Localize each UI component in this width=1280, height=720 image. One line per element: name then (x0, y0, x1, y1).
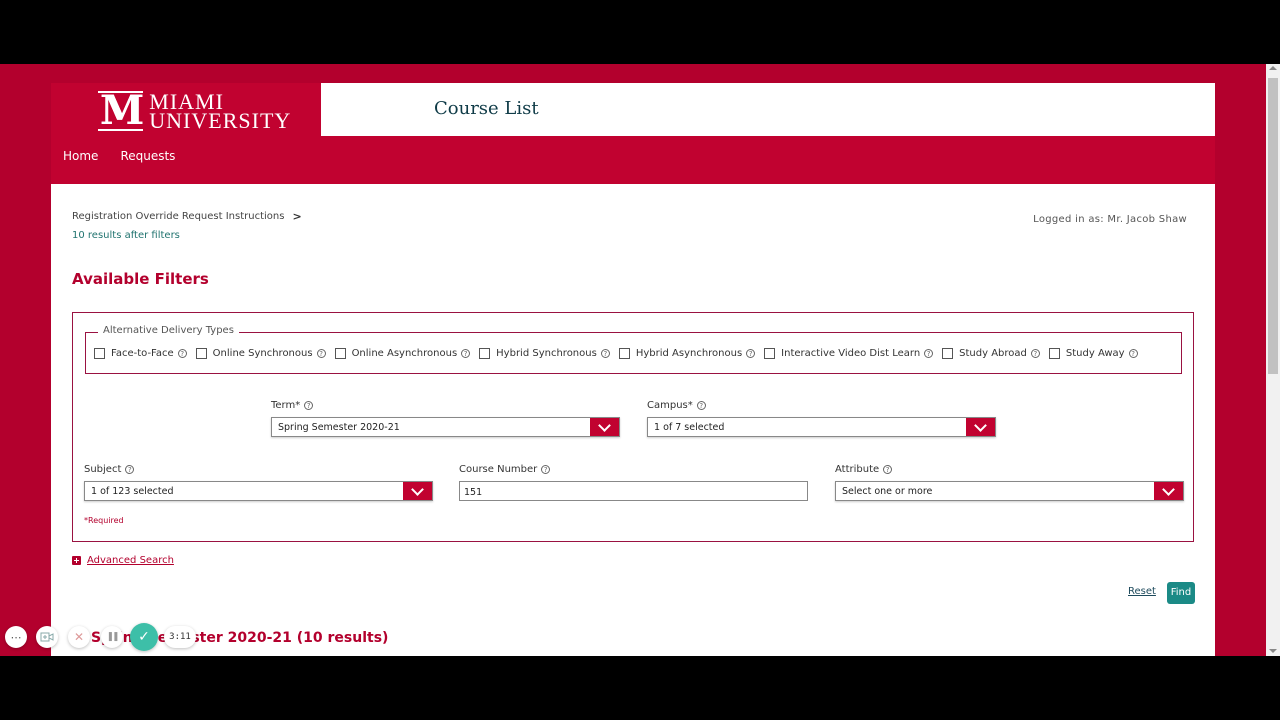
more-options-icon[interactable]: ⋯ (5, 626, 27, 648)
logged-in-user: Logged in as: Mr. Jacob Shaw (1033, 214, 1187, 225)
help-icon[interactable]: ? (316, 349, 326, 358)
miami-university-logo[interactable]: M MIAMI UNIVERSITY (98, 87, 292, 134)
delivery-type-label: Study Away (1065, 348, 1125, 359)
checkbox[interactable] (94, 348, 105, 359)
results-count: 10 results after filters (72, 230, 180, 241)
delivery-type-option[interactable]: Hybrid Asynchronous? (618, 348, 756, 359)
nav-requests[interactable]: Requests (120, 149, 175, 163)
help-icon[interactable]: ? (304, 400, 314, 410)
checkbox[interactable] (479, 348, 491, 359)
campus-label: Campus* (647, 399, 693, 411)
nav-home[interactable]: Home (63, 149, 98, 163)
checkbox[interactable] (764, 348, 776, 359)
delivery-type-label: Online Asynchronous (351, 348, 458, 359)
delivery-type-option[interactable]: Online Synchronous? (195, 348, 326, 359)
delivery-type-option[interactable]: Interactive Video Dist Learn? (764, 348, 934, 359)
term-field: Term*? Spring Semester 2020-21 (271, 399, 620, 437)
course-number-label: Course Number (459, 463, 538, 475)
attribute-field: Attribute? Select one or more (835, 463, 1184, 501)
breadcrumb-link[interactable]: Registration Override Request Instructio… (72, 211, 284, 222)
checkbox[interactable] (618, 348, 630, 359)
help-icon[interactable]: ? (924, 349, 934, 358)
help-icon[interactable]: ? (177, 349, 187, 358)
help-icon[interactable]: ? (883, 464, 893, 474)
scroll-up-icon[interactable] (1269, 66, 1277, 70)
help-icon[interactable]: ? (461, 349, 471, 358)
delivery-type-option[interactable]: Hybrid Synchronous? (479, 348, 610, 359)
find-button[interactable]: Find (1167, 582, 1195, 604)
checkbox[interactable] (195, 348, 207, 359)
course-number-field: Course Number? (459, 463, 808, 502)
page-title: Course List (434, 98, 539, 119)
page-title-box: Course List (321, 83, 1215, 136)
delivery-type-label: Interactive Video Dist Learn (781, 348, 921, 359)
checkbox[interactable] (942, 348, 954, 359)
chevron-down-icon[interactable] (403, 482, 432, 500)
plus-icon (72, 556, 81, 565)
screen-recorder-toolbar: ⋯ ✕ ❚❚ ✓ 3:11 (0, 623, 210, 655)
logo-line-2: UNIVERSITY (149, 108, 292, 133)
advanced-search-toggle[interactable]: Advanced Search (72, 555, 174, 566)
delivery-types-legend: Alternative Delivery Types (98, 325, 239, 336)
delivery-type-option[interactable]: Online Asynchronous? (334, 348, 471, 359)
pause-icon[interactable]: ❚❚ (101, 626, 123, 648)
breadcrumb[interactable]: Registration Override Request Instructio… (72, 210, 302, 223)
delivery-type-option[interactable]: Face-to-Face? (94, 348, 187, 359)
required-note: *Required (84, 516, 124, 525)
delivery-type-label: Hybrid Synchronous (496, 348, 597, 359)
checkbox[interactable] (334, 348, 346, 359)
campus-select[interactable]: 1 of 7 selected (647, 417, 996, 437)
advanced-search-link[interactable]: Advanced Search (87, 555, 174, 566)
browser-viewport: M MIAMI UNIVERSITY Course List Home Requ… (0, 64, 1280, 656)
delivery-types-fieldset: Alternative Delivery Types Face-to-Face?… (85, 325, 1182, 374)
attribute-label: Attribute (835, 463, 880, 475)
page-scrollbar[interactable] (1266, 64, 1280, 656)
chevron-down-icon[interactable] (590, 418, 619, 436)
subject-label: Subject (84, 463, 122, 475)
attribute-value: Select one or more (842, 486, 933, 497)
scrollbar-thumb[interactable] (1268, 78, 1278, 374)
chevron-right-icon: > (292, 210, 302, 223)
main-content: Registration Override Request Instructio… (51, 184, 1215, 656)
delivery-type-option[interactable]: Study Abroad? (942, 348, 1040, 359)
subject-field: Subject? 1 of 123 selected (84, 463, 433, 501)
campus-field: Campus*? 1 of 7 selected (647, 399, 996, 437)
term-select[interactable]: Spring Semester 2020-21 (271, 417, 620, 437)
campus-value: 1 of 7 selected (654, 422, 725, 433)
help-icon[interactable]: ? (1128, 349, 1138, 358)
help-icon[interactable]: ? (696, 400, 706, 410)
term-label: Term* (271, 399, 301, 411)
finish-recording-icon[interactable]: ✓ (130, 623, 158, 651)
delivery-type-label: Face-to-Face (111, 348, 174, 359)
logo-m-icon: M (98, 87, 144, 134)
scroll-down-icon[interactable] (1269, 649, 1277, 653)
term-value: Spring Semester 2020-21 (278, 422, 400, 433)
help-icon[interactable]: ? (746, 349, 756, 358)
delivery-type-option[interactable]: Study Away? (1048, 348, 1138, 359)
recording-timer: 3:11 (164, 626, 196, 648)
help-icon[interactable]: ? (541, 464, 551, 474)
cancel-recording-icon[interactable]: ✕ (68, 626, 90, 648)
reset-button[interactable]: Reset (1128, 586, 1156, 597)
main-nav: Home Requests (63, 149, 175, 163)
help-icon[interactable]: ? (1030, 349, 1040, 358)
site-header: M MIAMI UNIVERSITY Course List Home Requ… (51, 83, 1215, 184)
help-icon[interactable]: ? (600, 349, 610, 358)
checkbox[interactable] (1048, 348, 1060, 359)
filters-panel: Alternative Delivery Types Face-to-Face?… (72, 312, 1194, 542)
delivery-type-label: Study Abroad (959, 348, 1027, 359)
attribute-select[interactable]: Select one or more (835, 481, 1184, 501)
chevron-down-icon[interactable] (1154, 482, 1183, 500)
delivery-type-label: Online Synchronous (212, 348, 313, 359)
filters-heading: Available Filters (72, 270, 209, 288)
subject-select[interactable]: 1 of 123 selected (84, 481, 433, 501)
camera-toggle-icon[interactable] (36, 626, 58, 648)
delivery-type-label: Hybrid Asynchronous (635, 348, 743, 359)
course-number-input[interactable] (460, 483, 807, 502)
chevron-down-icon[interactable] (966, 418, 995, 436)
help-icon[interactable]: ? (125, 464, 135, 474)
subject-value: 1 of 123 selected (91, 486, 174, 497)
